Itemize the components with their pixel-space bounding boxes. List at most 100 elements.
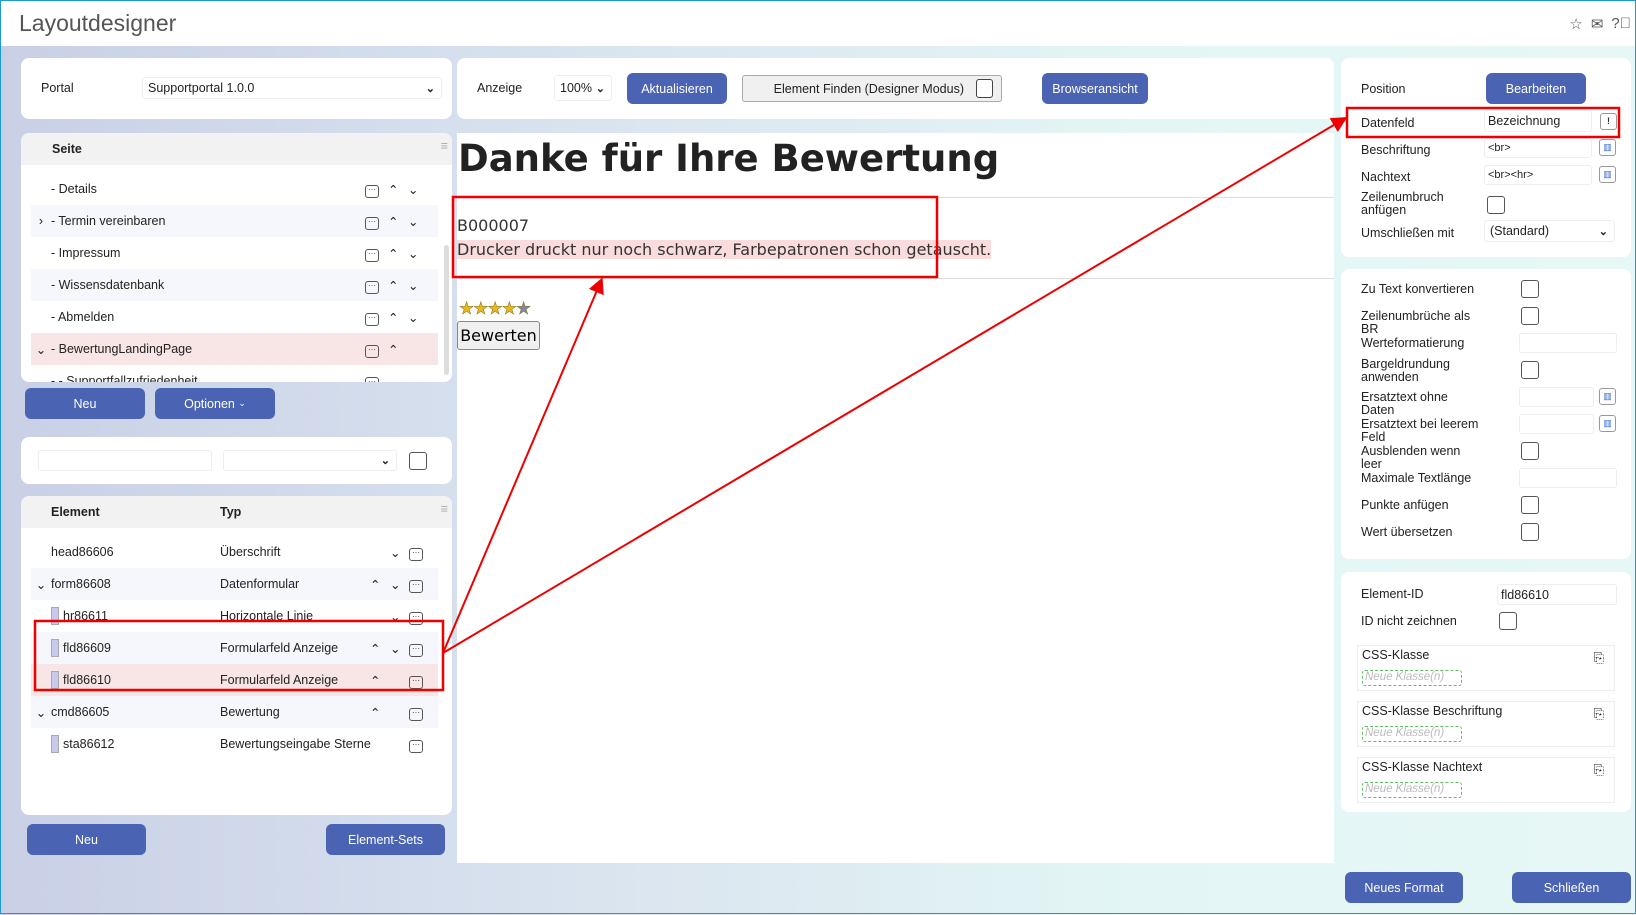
more-icon[interactable]: ··· (409, 643, 423, 657)
close-button[interactable]: Schließen (1512, 872, 1631, 903)
format-option-input[interactable] (1519, 387, 1594, 407)
page-item[interactable]: › - Termin vereinbaren ··· ⌃ ⌄ (31, 205, 438, 237)
more-icon[interactable]: ··· (409, 707, 423, 721)
book-icon[interactable]: ▥ (1599, 415, 1616, 432)
move-up-icon[interactable]: ⌃ (388, 342, 398, 357)
move-up-icon[interactable]: ⌃ (370, 577, 380, 592)
move-down-icon[interactable]: ⌄ (390, 641, 400, 656)
options-button[interactable]: Optionen ⌄ (155, 388, 275, 419)
css-class-input[interactable]: Neue Klasse(n) (1362, 670, 1462, 686)
page-item[interactable]: - Abmelden ··· ⌃ ⌄ (31, 301, 438, 333)
move-up-icon[interactable]: ⌃ (370, 705, 380, 720)
menu-icon[interactable]: ≡ (441, 502, 448, 516)
copy-icon[interactable]: ⎘ (1594, 762, 1604, 778)
rating-stars[interactable]: ★★★★★ (459, 299, 532, 320)
format-option-checkbox[interactable] (1521, 307, 1539, 325)
move-up-icon[interactable]: ⌃ (370, 673, 380, 688)
more-icon[interactable]: ··· (409, 547, 423, 561)
move-down-icon[interactable]: ⌄ (408, 182, 418, 197)
copy-icon[interactable]: ⎘ (1594, 650, 1604, 666)
star-icon[interactable]: ★ (473, 299, 489, 320)
move-up-icon[interactable]: ⌃ (388, 278, 398, 293)
filter-checkbox[interactable] (409, 452, 427, 470)
page-item[interactable]: - Wissensdatenbank ··· ⌃ ⌄ (31, 269, 438, 301)
datenfeld-input[interactable]: Bezeichnung (1484, 110, 1592, 132)
refresh-button[interactable]: Aktualisieren (627, 73, 727, 104)
browser-view-button[interactable]: Browseransicht (1042, 73, 1148, 104)
format-option-input[interactable] (1519, 414, 1594, 434)
move-up-icon[interactable]: ⌃ (388, 182, 398, 197)
new-page-button[interactable]: Neu (25, 388, 145, 419)
element-row[interactable]: sta86612 Bewertungseingabe Sterne ··· (31, 728, 438, 760)
rate-button[interactable]: Bewerten (457, 321, 540, 350)
new-format-button[interactable]: Neues Format (1345, 872, 1463, 903)
element-row[interactable]: head86606 Überschrift ⌄ ··· (31, 536, 438, 568)
star-icon[interactable]: ☆ (1569, 15, 1582, 33)
element-row[interactable]: fld86610 Formularfeld Anzeige ⌃ ··· (31, 664, 438, 696)
page-item[interactable]: - - Supportfallzufriedenheit ··· (31, 365, 438, 382)
format-option-checkbox[interactable] (1521, 523, 1539, 541)
new-element-button[interactable]: Neu (27, 824, 146, 855)
css-label-input[interactable]: Neue Klasse(n) (1362, 726, 1462, 742)
expand-icon[interactable]: ⌄ (31, 342, 51, 357)
move-down-icon[interactable]: ⌄ (390, 545, 400, 560)
more-icon[interactable]: ··· (365, 184, 379, 198)
book-icon[interactable]: ▥ (1599, 388, 1616, 405)
star-icon[interactable]: ★ (516, 299, 532, 320)
umschliessen-select[interactable]: (Standard) ⌄ (1484, 220, 1615, 242)
menu-icon[interactable]: ≡ (441, 139, 448, 153)
format-option-checkbox[interactable] (1521, 280, 1539, 298)
more-icon[interactable]: ··· (409, 675, 423, 689)
help-icon[interactable]: ?⃝ (1611, 15, 1631, 33)
move-down-icon[interactable]: ⌄ (390, 609, 400, 624)
format-option-checkbox[interactable] (1521, 442, 1539, 460)
move-up-icon[interactable]: ⌃ (388, 310, 398, 325)
page-item[interactable]: ⌄ - BewertungLandingPage ··· ⌃ (31, 333, 438, 365)
zeilenumbruch-checkbox[interactable] (1487, 196, 1505, 214)
element-id-input[interactable]: fld86610 (1497, 584, 1617, 605)
move-up-icon[interactable]: ⌃ (388, 246, 398, 261)
filter-type-select[interactable]: ⌄ (223, 450, 397, 471)
format-option-input[interactable] (1519, 468, 1617, 488)
star-icon[interactable]: ★ (459, 299, 475, 320)
beschriftung-input[interactable]: <br> (1484, 138, 1592, 158)
move-up-icon[interactable]: ⌃ (388, 214, 398, 229)
portal-select[interactable]: Supportportal 1.0.0 ⌄ (142, 77, 442, 99)
expand-icon[interactable]: ⌄ (31, 705, 51, 720)
page-item[interactable]: - Impressum ··· ⌃ ⌄ (31, 237, 438, 269)
book-icon[interactable]: ▥ (1599, 166, 1616, 183)
preview-description[interactable]: Drucker druckt nur noch schwarz, Farbepa… (457, 240, 992, 259)
star-icon[interactable]: ★ (487, 299, 503, 320)
css-after-input[interactable]: Neue Klasse(n) (1362, 782, 1462, 798)
book-icon[interactable]: ▥ (1599, 139, 1616, 156)
more-icon[interactable]: ··· (365, 248, 379, 262)
more-icon[interactable]: ··· (409, 739, 423, 753)
find-element-checkbox[interactable] (976, 79, 993, 98)
more-icon[interactable]: ··· (365, 312, 379, 326)
find-element-toggle[interactable]: Element Finden (Designer Modus) (742, 75, 1002, 102)
preview-case-id[interactable]: B000007 (457, 216, 529, 235)
element-row[interactable]: ⌄ form86608 Datenformular ⌃ ⌄ ··· (31, 568, 438, 600)
move-down-icon[interactable]: ⌄ (408, 214, 418, 229)
preview-heading[interactable]: Danke für Ihre Bewertung (458, 137, 999, 180)
edit-button[interactable]: Bearbeiten (1486, 73, 1586, 104)
more-icon[interactable]: ··· (365, 216, 379, 230)
copy-icon[interactable]: ⎘ (1594, 706, 1604, 722)
move-down-icon[interactable]: ⌄ (390, 577, 400, 592)
move-down-icon[interactable]: ⌄ (408, 310, 418, 325)
page-item[interactable]: - Details ··· ⌃ ⌄ (31, 173, 438, 205)
expand-icon[interactable]: › (31, 214, 51, 228)
format-option-input[interactable] (1519, 333, 1617, 353)
more-icon[interactable]: ··· (365, 344, 379, 358)
move-down-icon[interactable]: ⌄ (408, 278, 418, 293)
move-up-icon[interactable]: ⌃ (370, 641, 380, 656)
zoom-select[interactable]: 100% ⌄ (554, 75, 612, 101)
element-row[interactable]: hr86611 Horizontale Linie ⌄ ··· (31, 600, 438, 632)
element-sets-button[interactable]: Element-Sets (326, 824, 445, 855)
more-icon[interactable]: ··· (409, 579, 423, 593)
no-draw-checkbox[interactable] (1499, 612, 1517, 630)
expand-icon[interactable]: ⌄ (31, 577, 51, 592)
alert-icon[interactable]: ! (1600, 113, 1617, 130)
star-icon[interactable]: ★ (501, 299, 517, 320)
scrollbar[interactable] (444, 245, 449, 375)
